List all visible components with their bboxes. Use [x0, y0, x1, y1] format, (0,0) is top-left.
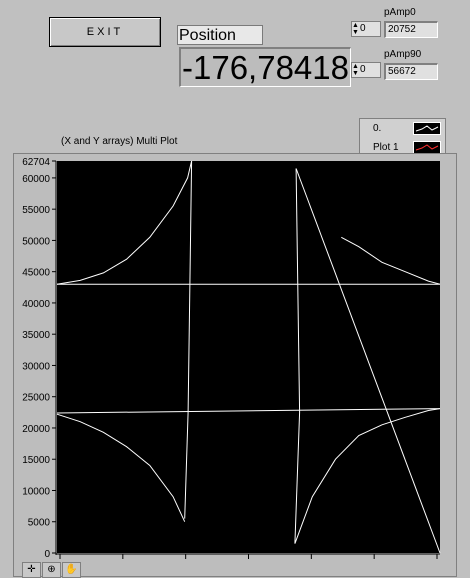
y-tick-label: 30000	[22, 361, 50, 372]
y-axis: 0 5000 10000 15000 20000 25000 30000 35000 40000…	[22, 157, 57, 560]
x-axis	[56, 553, 440, 559]
y-tick-label: 20000	[22, 424, 50, 435]
zoom-icon[interactable]: ⊕	[42, 562, 61, 578]
graph-palette: ✛ ⊕ ✋	[22, 562, 81, 578]
y-tick-label: 25000	[22, 393, 50, 404]
y-tick-label: 10000	[22, 486, 50, 497]
y-tick-label: 45000	[22, 268, 50, 279]
y-tick-label: 50000	[22, 236, 50, 247]
crosshair-icon[interactable]: ✛	[22, 562, 41, 578]
xy-graph[interactable]: 0 5000 10000 15000 20000 25000 30000 35000 40000…	[0, 0, 470, 578]
y-tick-label: 35000	[22, 330, 50, 341]
y-tick-label: 40000	[22, 299, 50, 310]
y-tick-label: 55000	[22, 205, 50, 216]
y-tick-label: 0	[44, 549, 50, 560]
y-tick-label: 15000	[22, 455, 50, 466]
plot-area[interactable]	[57, 161, 440, 553]
y-tick-label: 62704	[22, 157, 50, 168]
pan-hand-icon[interactable]: ✋	[62, 562, 81, 578]
y-tick-label: 5000	[28, 518, 51, 529]
y-tick-label: 60000	[22, 174, 50, 185]
